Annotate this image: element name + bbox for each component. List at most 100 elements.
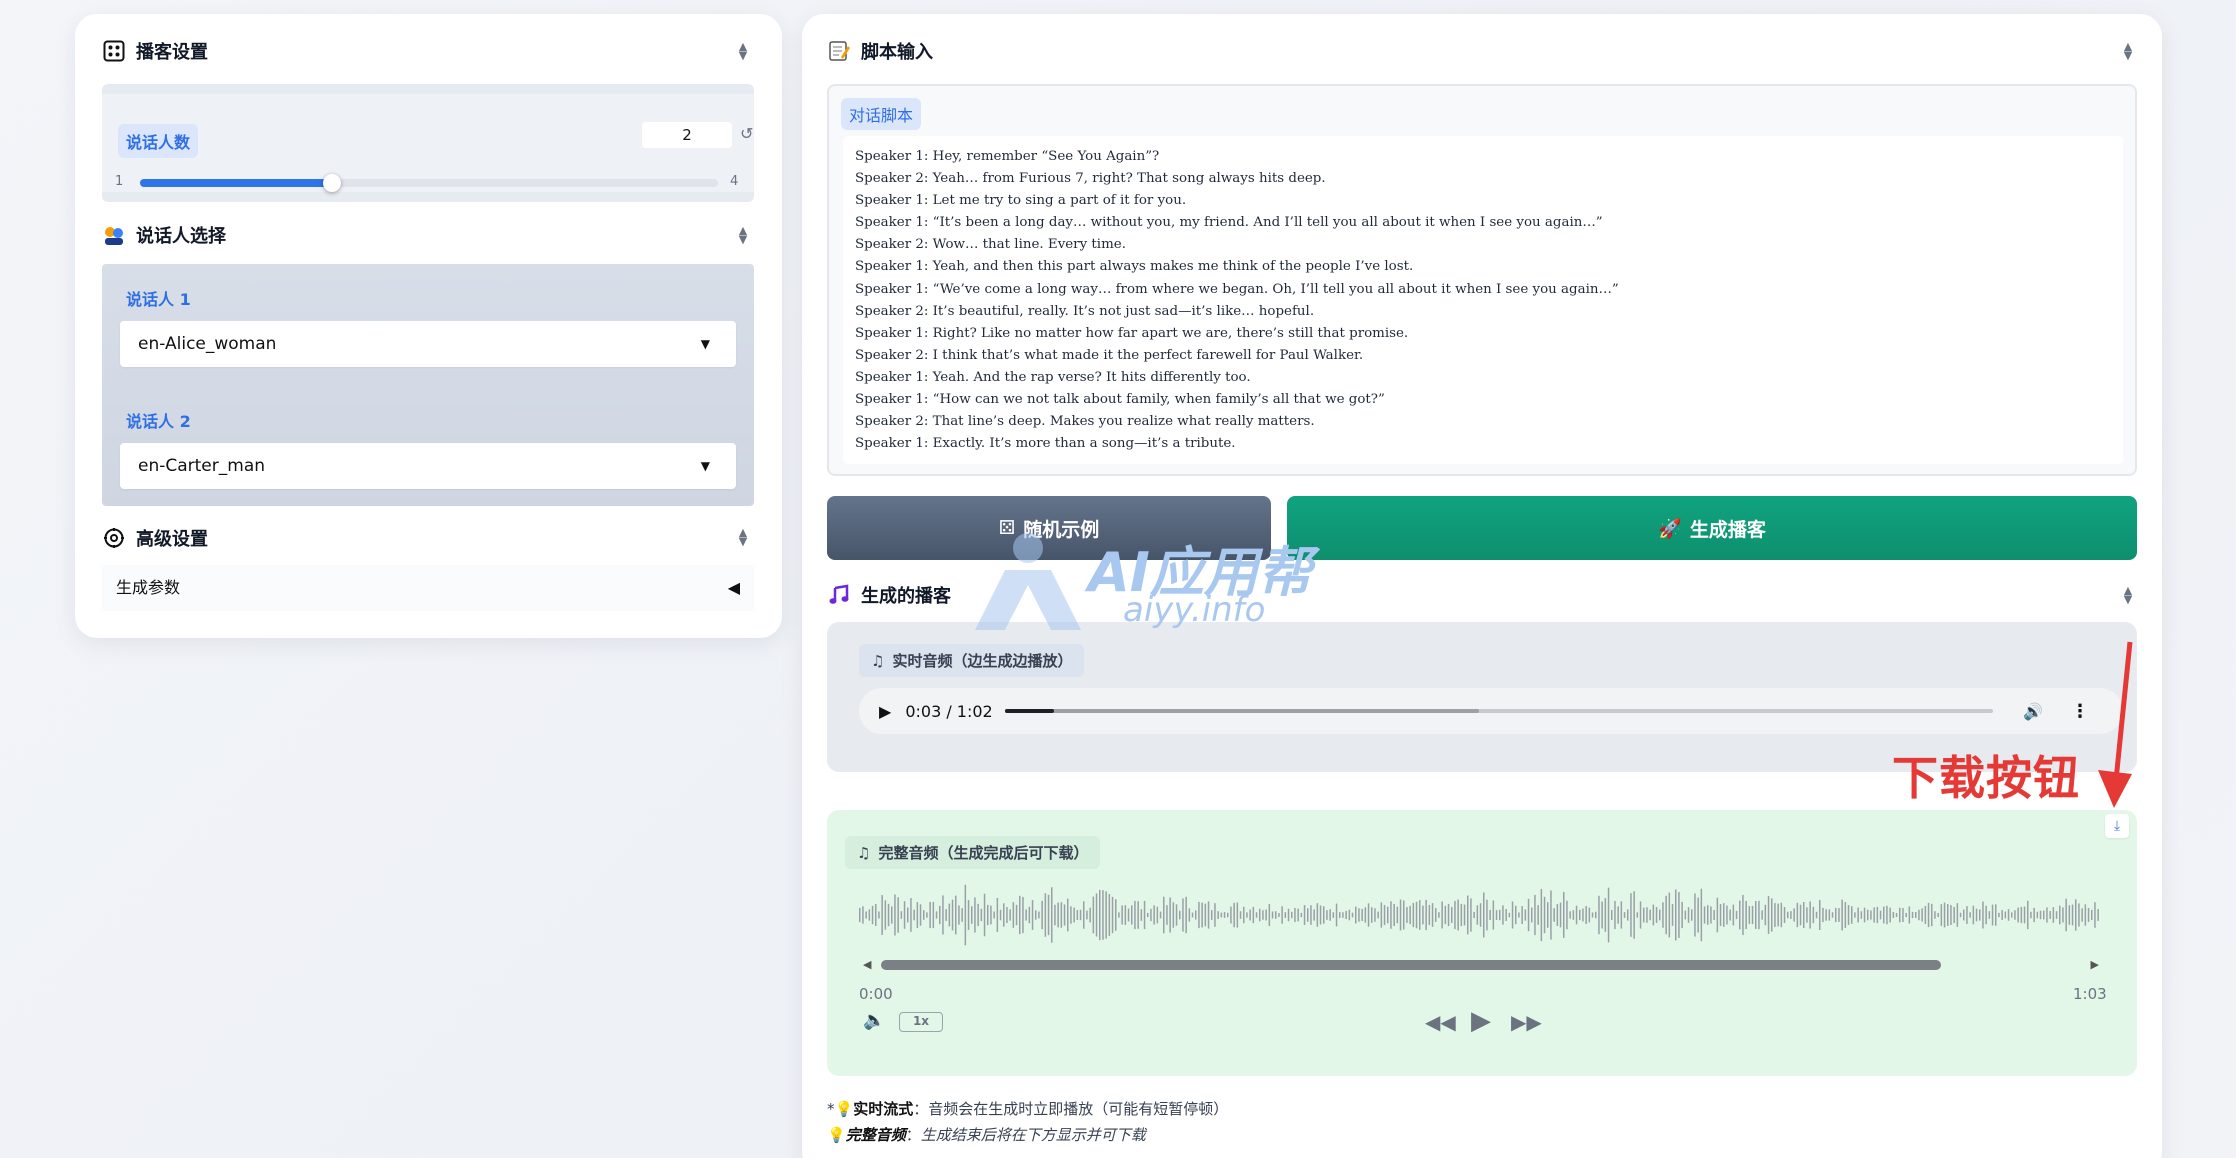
collapse-toggle-icon[interactable]: ▲ ▼ <box>735 527 751 550</box>
advanced-settings-header[interactable]: 高级设置 <box>102 525 208 551</box>
waveform-bar <box>1982 901 1984 929</box>
waveform-bar <box>1070 906 1072 924</box>
play-icon[interactable]: ▶ <box>879 702 891 721</box>
waveform-bar <box>1115 899 1117 931</box>
collapse-toggle-icon[interactable]: ▲ ▼ <box>2120 41 2136 64</box>
waveform-bar <box>1579 909 1581 921</box>
speaker-count-slider[interactable] <box>140 174 718 192</box>
waveform-bar <box>1454 900 1456 930</box>
scroll-left-icon[interactable]: ◀ <box>863 958 871 971</box>
play-icon[interactable]: ▶ <box>1471 1006 1491 1036</box>
waveform-bar <box>1508 912 1511 918</box>
rewind-icon[interactable]: ◀◀ <box>1425 1010 1456 1034</box>
waveform-bar <box>1761 910 1763 920</box>
generated-podcast-header[interactable]: 生成的播客 <box>827 582 951 608</box>
waveform-bar <box>1198 901 1200 929</box>
waveform-bar <box>1214 903 1216 927</box>
waveform-bar <box>1470 898 1472 932</box>
waveform-bar <box>1313 909 1315 921</box>
waveform-bar <box>1953 906 1955 924</box>
waveform-bar <box>1345 910 1347 920</box>
waveform-bar <box>1060 902 1063 928</box>
waveform-bar <box>923 910 925 920</box>
music-note-icon: ♫ <box>871 651 885 670</box>
waveform-scrollbar[interactable]: ◀ ▶ <box>863 955 2099 973</box>
waveform-bar <box>1991 904 1994 926</box>
waveform-bar <box>1844 902 1847 928</box>
waveform-bar <box>1326 910 1328 920</box>
gear-icon <box>102 526 126 550</box>
waveform-bar <box>1403 900 1405 930</box>
waveform-bar <box>1678 892 1680 938</box>
waveform-bar <box>865 911 867 919</box>
full-audio-chip: ♫ 完整音频（生成完成后可下载） <box>845 836 1101 869</box>
waveform-bar <box>1854 912 1856 918</box>
waveform-bar <box>1966 906 1968 924</box>
waveform-bar <box>1972 905 1975 925</box>
live-audio-player[interactable]: ▶ 0:03 / 1:02 🔊 ⋮ <box>859 688 2123 734</box>
full-audio-block: ⤓ ♫ 完整音频（生成完成后可下载） ◀ ▶ 0:00 1:03 🔈 1x ◀◀… <box>827 810 2137 1076</box>
waveform-bar <box>2065 898 2067 932</box>
waveform-bar <box>977 903 979 927</box>
waveform-bar <box>1473 911 1475 919</box>
waveform-bar <box>1223 912 1226 918</box>
scroll-right-icon[interactable]: ▶ <box>2091 958 2099 971</box>
script-textarea[interactable]: Speaker 1: Hey, remember “See You Again”… <box>843 136 2123 464</box>
waveform-bar <box>1793 908 1795 922</box>
waveform-bar <box>1044 893 1047 937</box>
waveform-bar <box>1927 902 1930 928</box>
live-audio-label: 实时音频（边生成边播放） <box>892 652 1073 670</box>
generate-podcast-button[interactable]: 🚀 生成播客 <box>1287 496 2137 560</box>
waveform-bar <box>1399 899 1402 931</box>
waveform-bar <box>1902 908 1904 922</box>
waveform-bar <box>1284 912 1287 918</box>
waveform-bar <box>1108 894 1111 936</box>
download-icon[interactable]: ⤓ <box>2105 814 2129 838</box>
live-audio-time: 0:03 / 1:02 <box>905 701 993 721</box>
speaker-1-dropdown[interactable]: en-Alice_woman ▼ <box>120 321 736 367</box>
script-input-header[interactable]: 脚本输入 <box>827 38 933 64</box>
collapse-toggle-icon[interactable]: ▲ ▼ <box>735 41 751 64</box>
waveform-bar <box>1979 909 1981 921</box>
waveform-bar <box>1271 911 1274 919</box>
waveform-bar <box>1838 908 1840 922</box>
waveform-bar <box>1409 905 1411 925</box>
fast-forward-icon[interactable]: ▶▶ <box>1511 1010 1542 1034</box>
waveform-bar <box>1835 907 1837 923</box>
waveform-bar <box>1079 909 1082 921</box>
waveform-bar <box>2007 909 2010 921</box>
speaker-count-input[interactable]: 2 <box>642 122 732 148</box>
waveform-bar <box>878 911 880 919</box>
reset-icon[interactable]: ↺ <box>740 124 753 143</box>
podcast-settings-header[interactable]: 播客设置 <box>102 38 208 64</box>
waveform[interactable] <box>859 880 2099 950</box>
waveform-bar <box>1755 901 1757 929</box>
note-realtime-bold: 实时流式 <box>853 1100 914 1118</box>
waveform-bar <box>1803 902 1805 928</box>
waveform-bar <box>1883 906 1885 924</box>
waveform-bar <box>1598 895 1600 935</box>
generation-params-accordion[interactable]: 生成参数 ◀ <box>102 565 754 611</box>
volume-icon[interactable]: 🔊 <box>2023 702 2043 721</box>
volume-icon[interactable]: 🔈 <box>863 1010 885 1031</box>
waveform-bar <box>1895 912 1898 918</box>
waveform-bar <box>887 903 890 927</box>
speaker-2-dropdown[interactable]: en-Carter_man ▼ <box>120 443 736 489</box>
lightbulb-icon: 💡 <box>827 1126 846 1144</box>
waveform-bar <box>1812 906 1815 924</box>
collapse-toggle-icon[interactable]: ▲ ▼ <box>735 225 751 248</box>
buffered-bar <box>1005 709 1480 713</box>
speaker-select-header[interactable]: 说话人选择 <box>102 222 226 248</box>
waveform-bar <box>2039 910 2042 920</box>
speaker-2-value: en-Carter_man <box>138 456 266 476</box>
live-audio-progress[interactable] <box>1005 709 1993 713</box>
scroll-thumb[interactable] <box>881 960 1941 970</box>
waveform-bar <box>1342 912 1344 918</box>
collapse-toggle-icon[interactable]: ▲ ▼ <box>2120 585 2136 608</box>
waveform-bar <box>1054 904 1056 926</box>
playback-speed-button[interactable]: 1x <box>899 1012 943 1032</box>
waveform-bar <box>1201 902 1203 928</box>
waveform-bar <box>1662 902 1664 928</box>
waveform-bar <box>1617 906 1619 924</box>
waveform-bar <box>1687 907 1690 923</box>
